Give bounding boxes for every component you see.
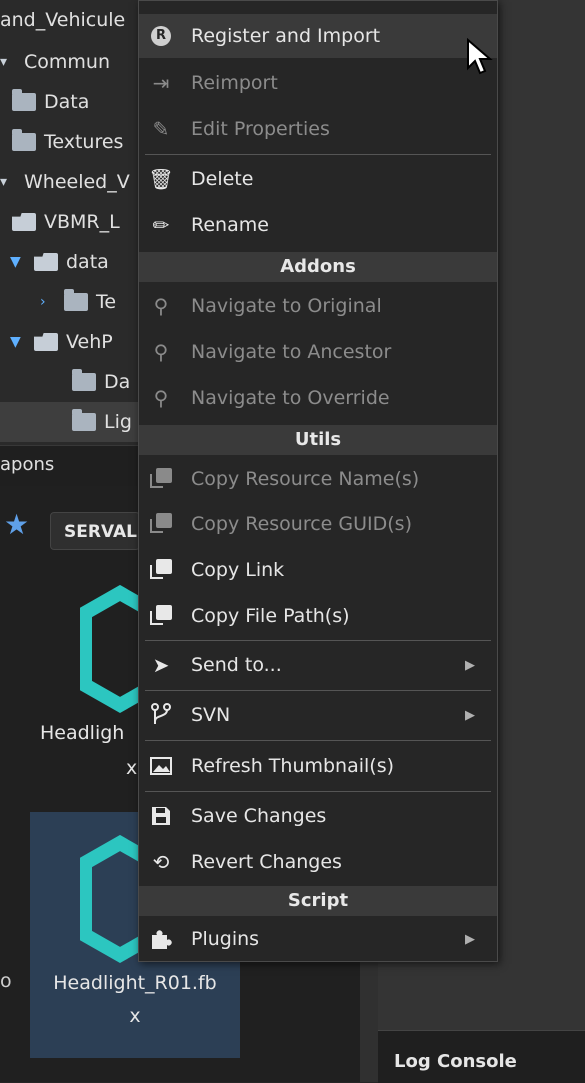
resource-tree: and_Vehicule ▾ Commun Data Textures ▾ Wh… [0, 0, 140, 445]
image-icon [147, 752, 175, 780]
menu-item-send-to[interactable]: ➤ Send to... ▶ [139, 643, 497, 687]
menu-item-revert-changes[interactable]: ⟲ Revert Changes [139, 840, 497, 884]
floppy-disk-icon [147, 802, 175, 830]
menu-item-register-import[interactable]: R Register and Import [139, 14, 497, 58]
menu-item-navigate-original[interactable]: ⚲ Navigate to Original [139, 284, 497, 328]
tree-item-label: VehP [66, 331, 113, 353]
panel-tab-label: apons [0, 454, 55, 475]
context-menu: R Register and Import ⇥ Reimport ✎ Edit … [138, 0, 498, 962]
folder-icon [64, 289, 88, 311]
menu-item-copy-file-path[interactable]: Copy File Path(s) [139, 594, 497, 638]
menu-item-svn[interactable]: SVN ▶ [139, 693, 497, 737]
log-console-title: Log Console [394, 1051, 517, 1072]
branch-icon [147, 701, 175, 729]
tree-item-label: Te [96, 291, 117, 313]
tree-item-label: Commun [24, 51, 110, 73]
menu-item-save-changes[interactable]: Save Changes [139, 794, 497, 838]
folder-open-icon [12, 213, 36, 231]
tree-item-label: Da [104, 371, 131, 393]
expand-arrow-icon[interactable]: ▼ [10, 254, 28, 270]
folder-open-icon [34, 333, 58, 351]
history-icon: ⟲ [152, 850, 170, 874]
tree-item[interactable]: Data [12, 82, 89, 122]
menu-item-refresh-thumbnail[interactable]: Refresh Thumbnail(s) [139, 744, 497, 788]
log-console-tab[interactable]: Log Console [378, 1030, 585, 1083]
pencil-icon: ✏ [152, 213, 170, 237]
menu-item-rename[interactable]: ✏ Rename [139, 203, 497, 247]
copy-icon [147, 602, 175, 630]
folder-icon [72, 409, 96, 431]
truncated-label: o [0, 970, 12, 992]
menu-separator [145, 791, 491, 792]
tree-item[interactable]: ▾ Commun [0, 42, 110, 82]
menu-item-delete[interactable]: 🗑 Delete [139, 157, 497, 201]
submenu-arrow-icon: ▶ [465, 657, 475, 673]
serval-filter-button[interactable]: SERVAL [50, 512, 140, 550]
copy-icon [147, 556, 175, 584]
copy-icon [147, 465, 175, 493]
asset-name: Headligh [40, 722, 125, 744]
tree-item-label: Wheeled_V [24, 171, 130, 193]
trash-icon: 🗑 [148, 167, 174, 191]
mouse-cursor-icon [467, 38, 493, 75]
folder-icon [12, 89, 36, 111]
search-icon: ⚲ [153, 340, 169, 364]
asset-name: Headlight_R01.fb [53, 972, 217, 994]
tree-item[interactable]: › Te [40, 282, 116, 322]
expand-arrow-icon[interactable]: ▾ [0, 174, 18, 190]
send-icon: ➤ [152, 653, 170, 677]
expand-arrow-icon[interactable]: ▾ [0, 54, 18, 70]
folder-open-icon [34, 253, 58, 271]
tree-item[interactable]: Da [72, 362, 130, 402]
menu-section-header: Utils [139, 425, 497, 455]
tree-item[interactable]: ▾ Wheeled_V [0, 162, 130, 202]
tree-item-label: and_Vehicule [0, 9, 126, 31]
copy-icon [147, 510, 175, 538]
menu-item-navigate-override[interactable]: ⚲ Navigate to Override [139, 376, 497, 420]
tree-item[interactable]: Textures [12, 122, 123, 162]
puzzle-piece-icon [147, 925, 175, 953]
edit-icon: ✎ [152, 117, 170, 141]
tree-item-label: data [66, 251, 109, 273]
folder-icon [72, 369, 96, 391]
asset-name-continued: x [129, 1005, 141, 1027]
tree-item[interactable]: ▼ data [10, 242, 109, 282]
menu-item-edit-properties[interactable]: ✎ Edit Properties [139, 107, 497, 151]
tree-item[interactable]: ▼ VehP [10, 322, 113, 362]
menu-separator [145, 640, 491, 641]
favorite-star-icon[interactable]: ★ [4, 510, 34, 540]
menu-item-reimport[interactable]: ⇥ Reimport [139, 61, 497, 105]
menu-item-copy-resource-name[interactable]: Copy Resource Name(s) [139, 457, 497, 501]
submenu-arrow-icon: ▶ [465, 707, 475, 723]
reimport-icon: ⇥ [152, 71, 170, 95]
menu-section-header: Addons [139, 252, 497, 282]
search-icon: ⚲ [153, 294, 169, 318]
tree-item-label: Data [44, 91, 90, 113]
menu-item-copy-link[interactable]: Copy Link [139, 548, 497, 592]
search-icon: ⚲ [153, 386, 169, 410]
tree-item-label: VBMR_L [44, 211, 120, 233]
menu-separator [145, 740, 491, 741]
tree-item-label: Textures [44, 131, 124, 153]
register-icon: R [147, 22, 175, 50]
menu-section-header: Script [139, 886, 497, 916]
tree-item-selected[interactable]: Lig [0, 402, 140, 442]
tree-item[interactable]: VBMR_L [12, 202, 120, 242]
expand-arrow-icon[interactable]: ▼ [10, 334, 28, 350]
menu-item-navigate-ancestor[interactable]: ⚲ Navigate to Ancestor [139, 330, 497, 374]
tree-item-label: Lig [104, 411, 132, 433]
menu-separator [145, 154, 491, 155]
menu-item-copy-resource-guid[interactable]: Copy Resource GUID(s) [139, 502, 497, 546]
collapse-arrow-icon[interactable]: › [40, 294, 58, 310]
folder-icon [12, 129, 36, 151]
tree-item[interactable]: and_Vehicule [0, 0, 125, 40]
menu-separator [145, 690, 491, 691]
menu-item-plugins[interactable]: Plugins ▶ [139, 917, 497, 961]
panel-tab[interactable]: apons [0, 445, 140, 487]
submenu-arrow-icon: ▶ [465, 931, 475, 947]
